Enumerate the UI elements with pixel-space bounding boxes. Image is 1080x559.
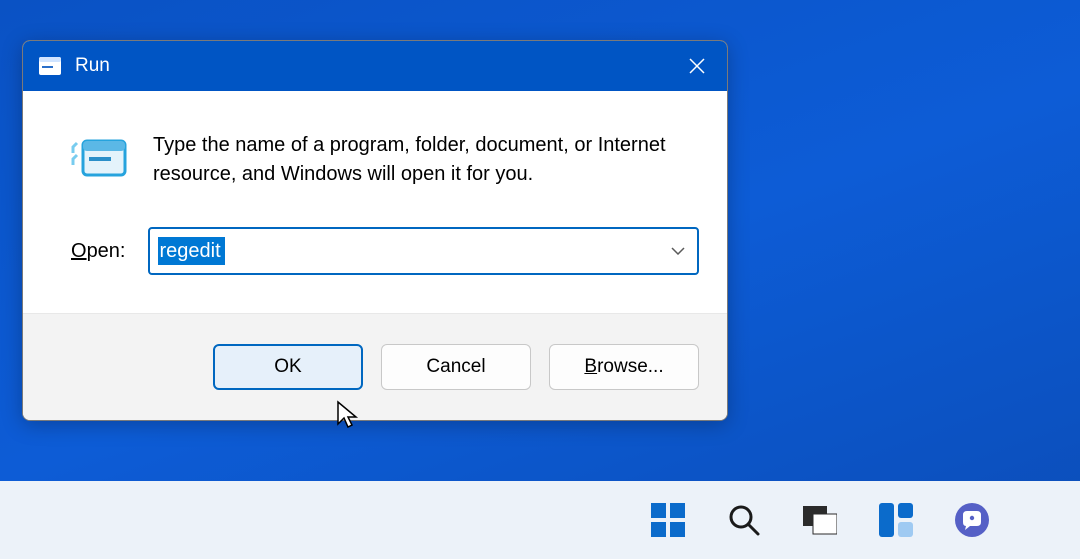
task-view-icon [803, 504, 837, 536]
start-button[interactable] [650, 502, 686, 538]
taskbar[interactable] [0, 481, 1080, 559]
widgets-icon [879, 503, 913, 537]
chat-icon [954, 502, 990, 538]
close-button[interactable] [667, 41, 727, 91]
open-combobox[interactable]: regedit [148, 227, 700, 275]
windows-logo-icon [651, 503, 685, 537]
titlebar[interactable]: Run [23, 41, 727, 91]
input-row: Open: regedit [23, 219, 727, 313]
search-button[interactable] [726, 502, 762, 538]
chat-button[interactable] [954, 502, 990, 538]
browse-button[interactable]: Browse... [549, 344, 699, 390]
dialog-body: Type the name of a program, folder, docu… [23, 91, 727, 219]
run-body-icon [71, 135, 127, 186]
cancel-button[interactable]: Cancel [381, 344, 531, 390]
search-icon [727, 503, 761, 537]
open-label: Open: [71, 240, 126, 263]
widgets-button[interactable] [878, 502, 914, 538]
task-view-button[interactable] [802, 502, 838, 538]
input-selected-text: regedit [158, 237, 225, 265]
button-row: OK Cancel Browse... [23, 313, 727, 420]
run-dialog-window: Run Type the name of a program, folder, … [22, 40, 728, 421]
dialog-description: Type the name of a program, folder, docu… [153, 131, 699, 189]
close-icon [688, 57, 706, 75]
ok-button[interactable]: OK [213, 344, 363, 390]
window-title: Run [75, 55, 110, 77]
run-app-icon [39, 57, 61, 75]
desktop-background: Run Type the name of a program, folder, … [0, 0, 1080, 559]
open-input[interactable]: regedit [148, 227, 700, 275]
